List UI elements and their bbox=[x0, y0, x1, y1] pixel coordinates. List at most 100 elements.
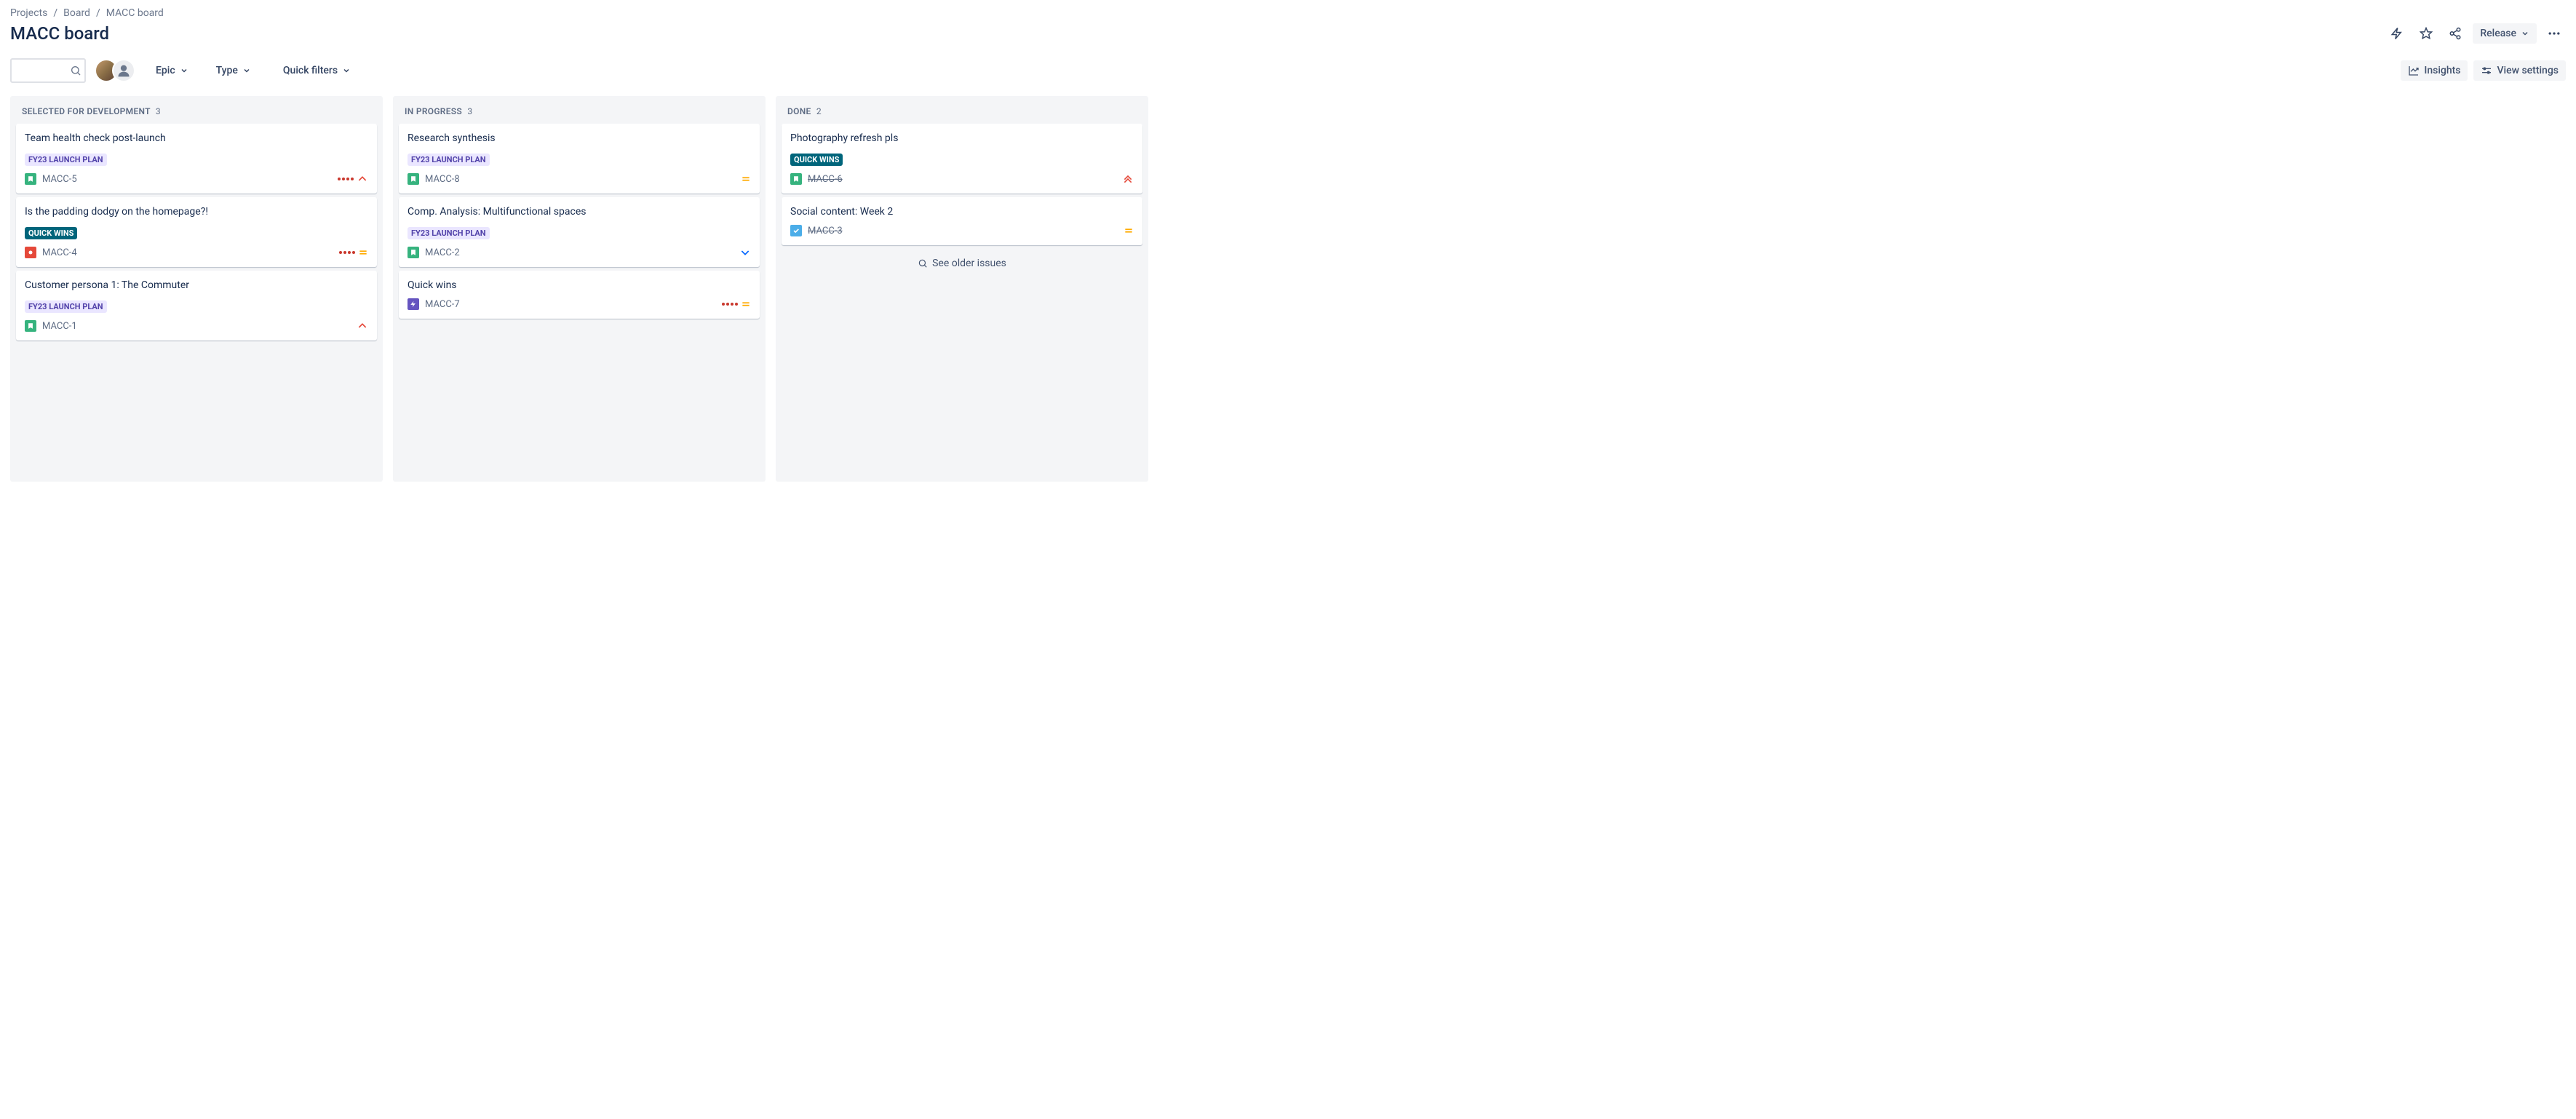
chart-icon bbox=[2408, 65, 2420, 76]
card-footer-left: MACC-1 bbox=[25, 320, 77, 332]
epic-badge[interactable]: QUICK WINS bbox=[25, 227, 77, 239]
epic-badge[interactable]: FY23 LAUNCH PLAN bbox=[408, 154, 490, 166]
card-footer-left: MACC-6 bbox=[790, 173, 843, 185]
header-actions: Release bbox=[2385, 22, 2566, 45]
priority-medium-icon bbox=[1124, 226, 1134, 236]
issue-key: MACC-2 bbox=[425, 247, 460, 258]
card-footer: MACC-8 bbox=[408, 173, 751, 185]
star-button[interactable] bbox=[2414, 22, 2438, 45]
breadcrumb-separator: / bbox=[96, 7, 100, 19]
chevron-down-icon bbox=[180, 66, 188, 75]
quick-filters[interactable]: Quick filters bbox=[280, 60, 354, 81]
story-points-dots-icon bbox=[722, 303, 738, 306]
column-name: SELECTED FOR DEVELOPMENT bbox=[22, 106, 151, 116]
search-wrap bbox=[10, 58, 86, 83]
column: IN PROGRESS 3 Research synthesis FY23 LA… bbox=[393, 96, 766, 482]
column-count: 3 bbox=[156, 106, 161, 116]
see-older-label: See older issues bbox=[932, 258, 1006, 269]
issue-card[interactable]: Photography refresh pls QUICK WINS MACC-… bbox=[782, 124, 1142, 194]
toolbar-right: Insights View settings bbox=[2401, 60, 2566, 81]
card-title: Is the padding dodgy on the homepage?! bbox=[25, 206, 368, 218]
card-footer-left: MACC-5 bbox=[25, 173, 77, 185]
issue-card[interactable]: Social content: Week 2 MACC-3 bbox=[782, 197, 1142, 245]
story-icon bbox=[408, 247, 419, 258]
issue-card[interactable]: Comp. Analysis: Multifunctional spaces F… bbox=[399, 197, 760, 267]
card-footer-left: MACC-7 bbox=[408, 298, 460, 310]
card-footer-right bbox=[722, 299, 751, 309]
task-icon bbox=[790, 225, 802, 236]
column: DONE 2 Photography refresh pls QUICK WIN… bbox=[776, 96, 1148, 482]
story-icon bbox=[25, 320, 36, 332]
epic-badge[interactable]: FY23 LAUNCH PLAN bbox=[25, 154, 107, 166]
priority-highest-icon bbox=[1122, 173, 1134, 185]
issue-card[interactable]: Research synthesis FY23 LAUNCH PLAN MACC… bbox=[399, 124, 760, 194]
star-icon bbox=[2420, 27, 2433, 40]
column-header: IN PROGRESS 3 bbox=[399, 96, 760, 124]
see-older-issues[interactable]: See older issues bbox=[782, 249, 1142, 274]
card-footer-right bbox=[741, 174, 751, 184]
more-icon bbox=[2547, 26, 2561, 41]
card-title: Social content: Week 2 bbox=[790, 206, 1134, 218]
issue-key: MACC-1 bbox=[42, 321, 77, 332]
issue-key: MACC-8 bbox=[425, 174, 460, 185]
epic-badge[interactable]: QUICK WINS bbox=[790, 154, 843, 166]
search-icon bbox=[70, 65, 82, 76]
card-title: Quick wins bbox=[408, 279, 751, 291]
card-title: Research synthesis bbox=[408, 132, 751, 144]
card-footer-left: MACC-2 bbox=[408, 247, 460, 258]
quick-filters-label: Quick filters bbox=[283, 65, 338, 76]
card-footer-left: MACC-8 bbox=[408, 173, 460, 185]
epic-filter-label: Epic bbox=[156, 65, 175, 76]
kanban-board: SELECTED FOR DEVELOPMENT 3 Team health c… bbox=[10, 96, 2566, 482]
card-footer-right bbox=[339, 247, 368, 258]
issue-key: MACC-7 bbox=[425, 299, 460, 310]
share-icon bbox=[2449, 27, 2462, 40]
bolt-icon bbox=[2390, 27, 2404, 40]
breadcrumb-current[interactable]: MACC board bbox=[106, 7, 164, 19]
card-title: Team health check post-launch bbox=[25, 132, 368, 144]
breadcrumb-projects[interactable]: Projects bbox=[10, 7, 47, 19]
automation-button[interactable] bbox=[2385, 22, 2409, 45]
card-footer: MACC-6 bbox=[790, 173, 1134, 185]
card-footer-right bbox=[338, 173, 368, 185]
chevron-down-icon bbox=[342, 66, 351, 75]
card-footer: MACC-2 bbox=[408, 247, 751, 258]
toolbar: Epic Type Quick filters Insights View se… bbox=[10, 58, 2566, 83]
avatar-unassigned[interactable] bbox=[112, 59, 135, 82]
breadcrumb-separator: / bbox=[53, 7, 57, 19]
column-header: SELECTED FOR DEVELOPMENT 3 bbox=[16, 96, 377, 124]
release-label: Release bbox=[2480, 28, 2516, 39]
card-footer-right bbox=[1124, 226, 1134, 236]
priority-medium-icon bbox=[741, 174, 751, 184]
insights-button[interactable]: Insights bbox=[2401, 60, 2468, 81]
epic-filter[interactable]: Epic bbox=[153, 60, 191, 81]
issue-key: MACC-5 bbox=[42, 174, 77, 185]
issue-card[interactable]: Customer persona 1: The Commuter FY23 LA… bbox=[16, 271, 377, 341]
card-title: Customer persona 1: The Commuter bbox=[25, 279, 368, 291]
card-footer: MACC-3 bbox=[790, 225, 1134, 236]
release-button[interactable]: Release bbox=[2473, 23, 2537, 44]
column-name: IN PROGRESS bbox=[405, 106, 462, 116]
view-settings-label: View settings bbox=[2497, 65, 2559, 76]
issue-key: MACC-6 bbox=[808, 174, 843, 185]
view-settings-button[interactable]: View settings bbox=[2473, 60, 2566, 81]
more-button[interactable] bbox=[2543, 22, 2566, 45]
story-icon bbox=[790, 173, 802, 185]
card-footer-left: MACC-3 bbox=[790, 225, 843, 236]
epic-badge[interactable]: FY23 LAUNCH PLAN bbox=[408, 227, 490, 239]
issue-card[interactable]: Team health check post-launch FY23 LAUNC… bbox=[16, 124, 377, 194]
avatar-group bbox=[95, 59, 135, 82]
column-count: 2 bbox=[816, 106, 822, 116]
card-footer: MACC-1 bbox=[25, 320, 368, 332]
breadcrumb: Projects / Board / MACC board bbox=[10, 7, 2566, 19]
column-header: DONE 2 bbox=[782, 96, 1142, 124]
card-title: Photography refresh pls bbox=[790, 132, 1134, 144]
story-icon bbox=[25, 173, 36, 185]
card-footer-right bbox=[739, 247, 751, 258]
type-filter[interactable]: Type bbox=[213, 60, 254, 81]
issue-card[interactable]: Quick wins MACC-7 bbox=[399, 271, 760, 319]
share-button[interactable] bbox=[2444, 22, 2467, 45]
breadcrumb-board[interactable]: Board bbox=[63, 7, 90, 19]
epic-badge[interactable]: FY23 LAUNCH PLAN bbox=[25, 300, 107, 313]
issue-card[interactable]: Is the padding dodgy on the homepage?! Q… bbox=[16, 197, 377, 267]
